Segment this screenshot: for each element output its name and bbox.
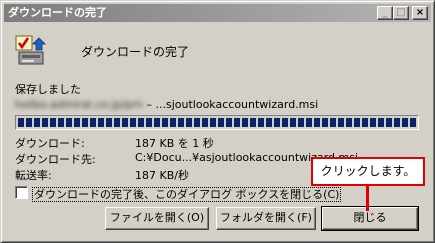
close-window-button[interactable]: ×	[412, 6, 428, 20]
close-on-complete-checkbox[interactable]	[15, 186, 28, 199]
destination-label: ダウンロード先:	[15, 153, 96, 166]
window-title: ダウンロードの完了	[8, 6, 107, 19]
transfer-rate-value: 187 KB/秒	[135, 169, 189, 182]
instruction-callout: クリックします。	[311, 157, 425, 186]
title-bar: ダウンロードの完了 _ □ ×	[4, 4, 431, 22]
dialog-heading: ダウンロードの完了	[81, 45, 190, 59]
download-complete-dialog: ダウンロードの完了 _ □ × ダウンロードの完了 保存しました hotbo.a…	[0, 0, 435, 243]
progress-fill	[18, 118, 416, 127]
file-path: hotbo.admiral.co.jp/private – ...sjoutlo…	[15, 98, 318, 111]
open-folder-button[interactable]: フォルダを開く(F)	[216, 207, 316, 230]
download-complete-icon	[13, 34, 49, 68]
file-name: ...sjoutlookaccountwizard.msi	[155, 98, 319, 111]
checkbox-label-text: ダウンロードの完了後、このダイアログ ボックスを閉じる(C)	[32, 187, 342, 202]
close-button[interactable]: 閉じる	[321, 206, 419, 231]
close-on-complete-label[interactable]: ダウンロードの完了後、このダイアログ ボックスを閉じる(C)	[32, 186, 342, 202]
download-progress-bar	[15, 115, 419, 130]
transfer-rate-label: 転送率:	[15, 169, 52, 182]
file-separator: –	[143, 98, 156, 111]
downloaded-label: ダウンロード:	[15, 137, 85, 150]
saved-label: 保存しました	[15, 83, 81, 96]
blurred-source: hotbo.admiral.co.jp/private	[15, 98, 143, 111]
open-file-button[interactable]: ファイルを開く(O)	[105, 207, 209, 230]
maximize-button[interactable]: □	[393, 6, 409, 20]
callout-pointer	[366, 186, 369, 211]
downloaded-value: 187 KB を 1 秒	[135, 137, 214, 150]
minimize-button[interactable]: _	[377, 6, 393, 20]
